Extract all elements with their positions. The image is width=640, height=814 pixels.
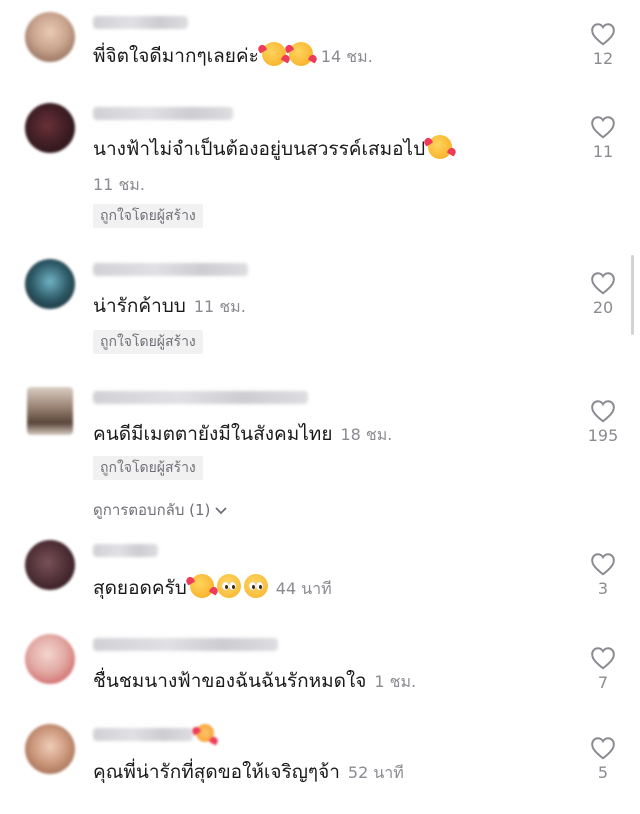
- username-blurred[interactable]: [93, 391, 308, 404]
- username-blurred[interactable]: [93, 544, 158, 557]
- chevron-down-icon: [214, 502, 228, 520]
- username-blurred[interactable]: [93, 263, 248, 276]
- liked-by-creator-badge: ถูกใจโดยผู้สร้าง: [93, 204, 203, 228]
- heart-outline-icon: [591, 23, 615, 46]
- heart-outline-icon: [591, 116, 615, 139]
- comment-text: ชื่นชมนางฟ้าของฉันฉันรักหมดใจ 1 ชม.: [93, 668, 416, 695]
- like-count: 20: [592, 298, 614, 317]
- pleading-face-icon: [243, 574, 268, 598]
- comment-text: น่ารักค้าบบ 11 ชม.: [93, 293, 246, 320]
- comment-time: 11 ชม.: [193, 297, 246, 316]
- username-blurred[interactable]: [93, 728, 193, 741]
- comment-body: นางฟ้าไม่จำเป็นต้องอยู่บนสวรรค์เสมอไป: [93, 138, 426, 160]
- comment-time: 18 ชม.: [340, 425, 393, 444]
- comment-body: คุณพี่น่ารักที่สุดขอให้เจริญๆจ้า: [93, 761, 340, 783]
- scrollbar[interactable]: [631, 255, 634, 335]
- avatar[interactable]: [25, 540, 75, 590]
- avatar[interactable]: [25, 259, 75, 309]
- comment-body: คนดีมีเมตตายังมีในสังคมไทย: [93, 423, 333, 445]
- like-count: 195: [587, 426, 619, 445]
- like-count: 12: [592, 49, 614, 68]
- comment-time: 1 ชม.: [374, 672, 417, 691]
- comment-text: คนดีมีเมตตายังมีในสังคมไทย 18 ชม.: [93, 421, 392, 448]
- like-button[interactable]: 7: [578, 646, 628, 692]
- comment-time: 52 นาที: [347, 763, 404, 782]
- liked-by-creator-badge: ถูกใจโดยผู้สร้าง: [93, 456, 203, 480]
- comment-text: นางฟ้าไม่จำเป็นต้องอยู่บนสวรรค์เสมอไป: [93, 135, 453, 162]
- avatar[interactable]: [25, 634, 75, 684]
- like-button[interactable]: 5: [578, 736, 628, 782]
- like-button[interactable]: 3: [578, 552, 628, 598]
- comment-body: สุดยอดครับ: [93, 577, 187, 599]
- username-blurred[interactable]: [93, 16, 188, 29]
- comment-text: คุณพี่น่ารักที่สุดขอให้เจริญๆจ้า 52 นาที: [93, 759, 404, 786]
- like-count: 5: [597, 763, 609, 782]
- smiling-face-with-hearts-icon: [189, 574, 214, 598]
- username-blurred[interactable]: [93, 638, 278, 651]
- liked-by-creator-badge: ถูกใจโดยผู้สร้าง: [93, 330, 203, 354]
- heart-outline-icon: [591, 737, 615, 760]
- comment-text: สุดยอดครับ 44 นาที: [93, 574, 332, 602]
- like-button[interactable]: 20: [578, 271, 628, 317]
- heart-outline-icon: [591, 272, 615, 295]
- comment-text: พี่จิตใจดีมากๆเลยค่ะ 14 ชม.: [93, 42, 373, 70]
- view-replies-button[interactable]: ดูการตอบกลับ (1): [93, 498, 228, 522]
- like-button[interactable]: 195: [578, 399, 628, 445]
- like-button[interactable]: 11: [578, 115, 628, 161]
- comment-time: 14 ชม.: [320, 47, 373, 66]
- like-count: 3: [597, 579, 609, 598]
- avatar[interactable]: [25, 724, 75, 774]
- avatar[interactable]: [25, 12, 75, 62]
- heart-outline-icon: [591, 400, 615, 423]
- comment-body: น่ารักค้าบบ: [93, 295, 186, 317]
- smiling-face-with-hearts-icon: [428, 135, 453, 159]
- smiling-face-with-hearts-icon: [288, 42, 313, 66]
- heart-outline-icon: [591, 553, 615, 576]
- username-emoji-icon: [196, 724, 214, 742]
- comment-body: ชื่นชมนางฟ้าของฉันฉันรักหมดใจ: [93, 670, 367, 692]
- heart-outline-icon: [591, 647, 615, 670]
- like-count: 11: [592, 142, 614, 161]
- comment-body: พี่จิตใจดีมากๆเลยค่ะ: [93, 45, 259, 67]
- username-blurred[interactable]: [93, 107, 233, 120]
- like-count: 7: [597, 673, 609, 692]
- smiling-face-with-hearts-icon: [261, 42, 286, 66]
- comment-time: 44 นาที: [275, 579, 332, 598]
- avatar[interactable]: [25, 103, 75, 153]
- avatar[interactable]: [27, 387, 73, 435]
- comment-time: 11 ชม.: [93, 175, 145, 194]
- view-replies-label: ดูการตอบกลับ (1): [93, 501, 211, 519]
- pleading-face-icon: [216, 574, 241, 598]
- comments-panel: พี่จิตใจดีมากๆเลยค่ะ 14 ชม. 12 นางฟ้าไม่จ…: [0, 0, 640, 814]
- like-button[interactable]: 12: [578, 22, 628, 68]
